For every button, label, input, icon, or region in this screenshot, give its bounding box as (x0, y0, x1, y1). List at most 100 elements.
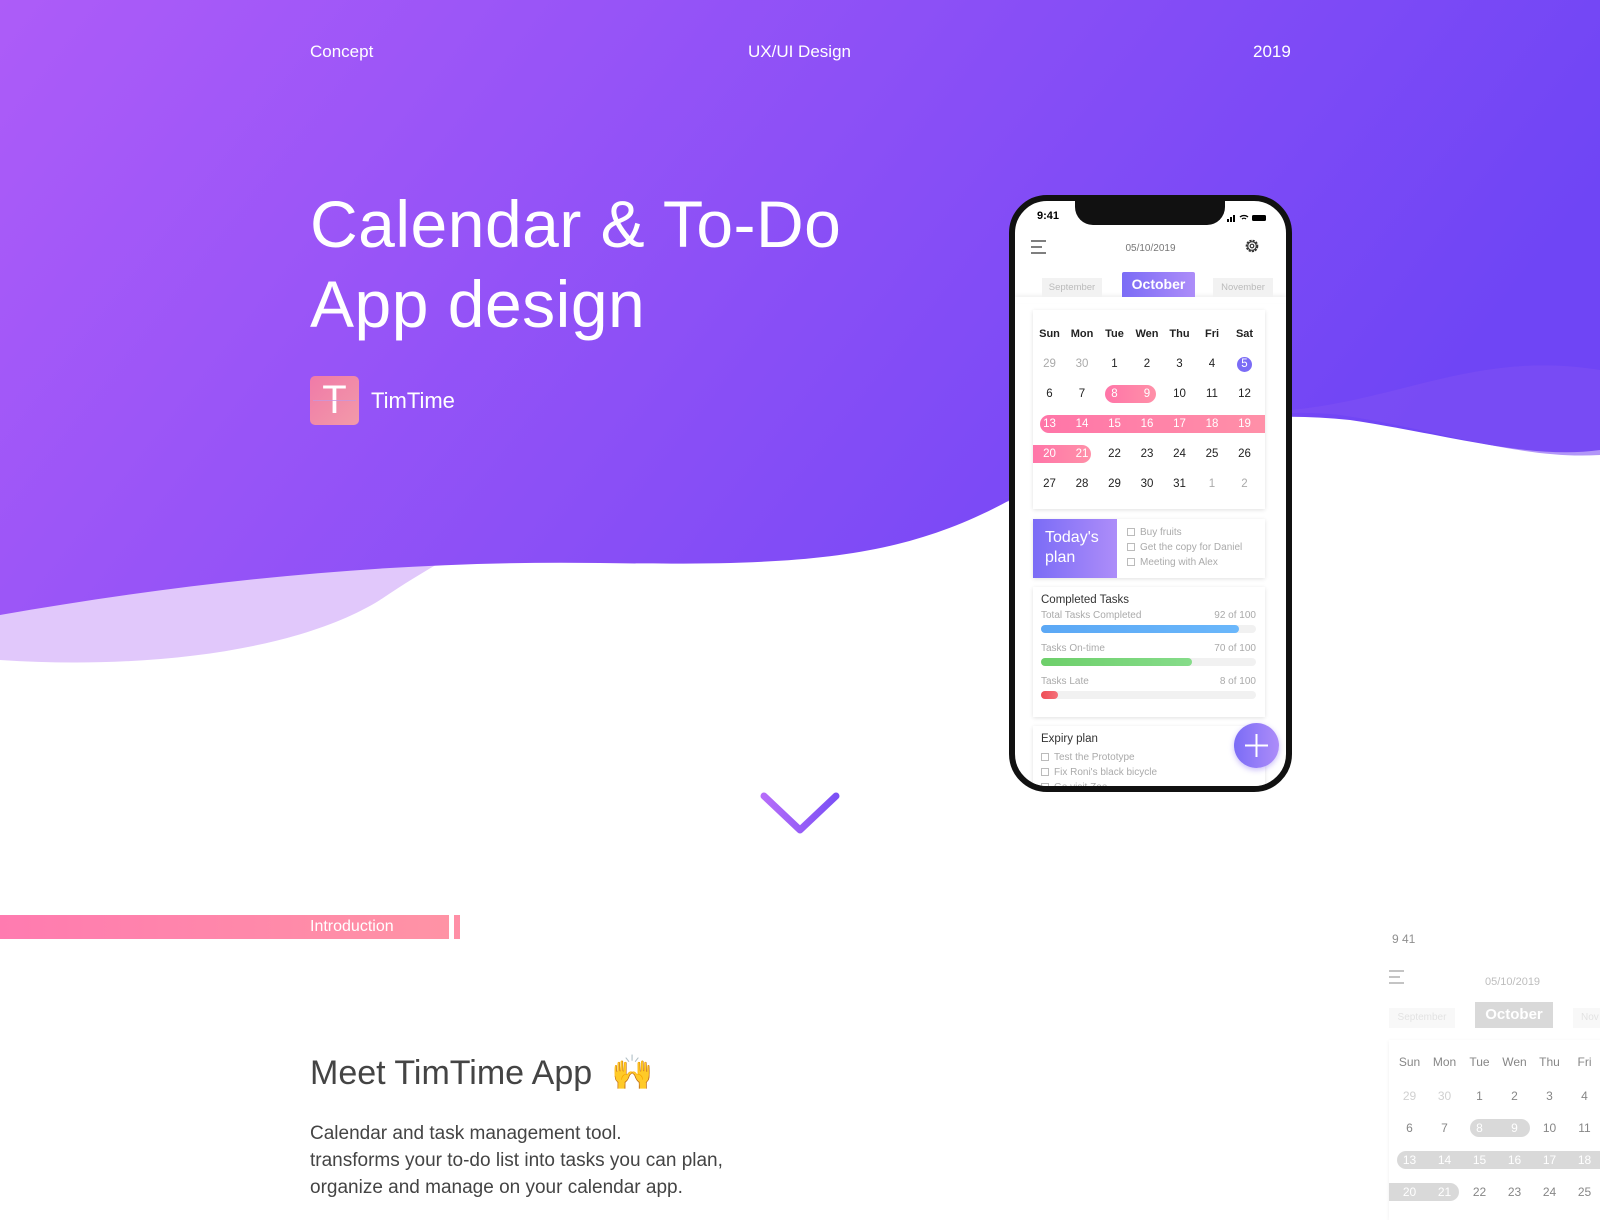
calendar-week: 13 14 15 16 17 18 19 (1033, 415, 1265, 433)
checkbox[interactable] (1041, 768, 1049, 776)
stat-label: Total Tasks Completed (1041, 610, 1142, 621)
weekday-row: Sun Mon Tue Wen Thu Fri Sat (1033, 326, 1265, 342)
calendar-day[interactable]: 20 (1033, 446, 1066, 462)
calendar-day[interactable]: 7 (1066, 386, 1099, 402)
ghost-day: 29 (1402, 1089, 1417, 1103)
calendar-day[interactable]: 2 (1228, 476, 1261, 492)
ghost-day: 14 (1437, 1153, 1452, 1167)
calendar-day[interactable]: 3 (1163, 356, 1196, 372)
gear-icon[interactable] (1244, 238, 1260, 254)
intro-section-label: Introduction (310, 918, 394, 935)
calendar-day[interactable]: 5 (1228, 356, 1261, 372)
checkbox[interactable] (1041, 753, 1049, 761)
ghost-week: 13 14 15 16 17 18 (1389, 1151, 1600, 1169)
intro-paragraph: Calendar and task management tool. trans… (310, 1120, 830, 1201)
calendar-day[interactable]: 22 (1098, 446, 1131, 462)
brand-name: TimTime (371, 388, 455, 413)
title-line-1: Calendar & To-Do (310, 187, 842, 261)
nav-discipline: UX/UI Design (748, 42, 851, 61)
calendar-day[interactable]: 31 (1163, 476, 1196, 492)
stat-label: Tasks Late (1041, 676, 1089, 687)
progress-track (1041, 625, 1256, 633)
ghost-day: 20 (1402, 1185, 1417, 1199)
phone-mockup: 9:41 05/10/2019 September October Novemb… (1009, 195, 1292, 792)
calendar-day[interactable]: 11 (1196, 386, 1229, 402)
calendar-day[interactable]: 16 (1131, 416, 1164, 432)
today-marker[interactable]: 5 (1237, 357, 1252, 372)
tab-next-month[interactable]: November (1213, 278, 1273, 297)
calendar-day[interactable]: 23 (1131, 446, 1164, 462)
ghost-time: 9 41 (1392, 932, 1416, 946)
stat-value: 70 of 100 (1214, 643, 1256, 654)
expiry-list: Test the Prototype Fix Roni's black bicyc… (1041, 750, 1157, 786)
tab-current-month[interactable]: October (1122, 272, 1195, 297)
ghost-weekday: Wen (1502, 1055, 1527, 1069)
add-task-button[interactable] (1234, 723, 1279, 768)
weekday-label: Tue (1105, 328, 1124, 340)
checklist-item[interactable]: Buy fruits (1127, 525, 1242, 540)
checklist-label: Buy fruits (1140, 527, 1182, 538)
calendar-day[interactable]: 30 (1066, 356, 1099, 372)
title-line-2: App design (310, 267, 646, 341)
ghost-calendar: Sun Mon Tue Wen Thu Fri 29 30 1 2 3 4 6 7 8 9 10 11 13 14 15… (1389, 1040, 1600, 1220)
checklist-item[interactable]: Meeting with Alex (1127, 555, 1242, 570)
calendar-day[interactable]: 9 (1131, 386, 1164, 402)
todays-plan-card[interactable]: Today's plan Buy fruits Get the copy for … (1033, 519, 1265, 578)
progress-fill (1041, 691, 1059, 699)
checklist-item[interactable]: Get the copy for Daniel (1127, 540, 1242, 555)
calendar-day[interactable]: 29 (1098, 476, 1131, 492)
ghost-day: 1 (1476, 1089, 1483, 1103)
ghost-weekday: Thu (1539, 1055, 1560, 1069)
checklist-item[interactable]: Fix Roni's black bicycle (1041, 765, 1157, 780)
checklist-item[interactable]: Test the Prototype (1041, 750, 1157, 765)
calendar-day[interactable]: 2 (1131, 356, 1164, 372)
checkbox[interactable] (1041, 783, 1049, 786)
calendar-day[interactable]: 30 (1131, 476, 1164, 492)
calendar-day[interactable]: 24 (1163, 446, 1196, 462)
calendar-week: 6 7 8 9 10 11 12 (1033, 385, 1265, 403)
calendar-day[interactable]: 28 (1066, 476, 1099, 492)
calendar-day[interactable]: 15 (1098, 416, 1131, 432)
checklist-item[interactable]: Go visit Zoe (1041, 780, 1157, 786)
scroll-down-chevron-icon[interactable] (760, 790, 840, 838)
calendar-day[interactable]: 4 (1196, 356, 1229, 372)
ghost-day: 10 (1542, 1121, 1557, 1135)
calendar-day[interactable]: 12 (1228, 386, 1261, 402)
calendar-day[interactable]: 1 (1098, 356, 1131, 372)
calendar-day[interactable]: 19 (1228, 416, 1261, 432)
calendar-day[interactable]: 14 (1066, 416, 1099, 432)
ghost-week: 29 30 1 2 3 4 (1389, 1088, 1600, 1104)
ghost-day: 25 (1577, 1185, 1592, 1199)
calendar-day[interactable]: 29 (1033, 356, 1066, 372)
checkbox[interactable] (1127, 543, 1135, 551)
calendar-day[interactable]: 8 (1098, 386, 1131, 402)
completed-title: Completed Tasks (1041, 594, 1129, 606)
calendar-week: 20 21 22 23 24 25 26 (1033, 445, 1265, 463)
calendar-day[interactable]: 17 (1163, 416, 1196, 432)
ghost-day: 21 (1437, 1185, 1452, 1199)
calendar-day[interactable]: 27 (1033, 476, 1066, 492)
ghost-day: 30 (1437, 1089, 1452, 1103)
tab-prev-month[interactable]: September (1042, 278, 1102, 297)
checklist-label: Fix Roni's black bicycle (1054, 767, 1158, 778)
calendar-card: Sun Mon Tue Wen Thu Fri Sat 29 30 1 2 3 4 5 6 7 8 9 10 11 12… (1033, 310, 1265, 509)
checkbox[interactable] (1127, 558, 1135, 566)
ghost-day: 4 (1581, 1089, 1588, 1103)
page-title: Calendar & To-Do App design (310, 184, 841, 344)
weekday-label: Sun (1039, 328, 1060, 340)
calendar-day[interactable]: 21 (1066, 446, 1099, 462)
calendar-day[interactable]: 6 (1033, 386, 1066, 402)
ghost-day: 24 (1542, 1185, 1557, 1199)
ghost-day: 18 (1577, 1153, 1592, 1167)
status-icons (1227, 214, 1266, 222)
expiry-plan-card[interactable]: Expiry plan Test the Prototype Fix Roni's… (1033, 726, 1265, 786)
calendar-day[interactable]: 13 (1033, 416, 1066, 432)
calendar-day[interactable]: 18 (1196, 416, 1229, 432)
checklist-label: Test the Prototype (1054, 752, 1135, 763)
calendar-day[interactable]: 25 (1196, 446, 1229, 462)
calendar-day[interactable]: 26 (1228, 446, 1261, 462)
calendar-day[interactable]: 1 (1196, 476, 1229, 492)
stat-value: 92 of 100 (1214, 610, 1256, 621)
checkbox[interactable] (1127, 528, 1135, 536)
calendar-day[interactable]: 10 (1163, 386, 1196, 402)
